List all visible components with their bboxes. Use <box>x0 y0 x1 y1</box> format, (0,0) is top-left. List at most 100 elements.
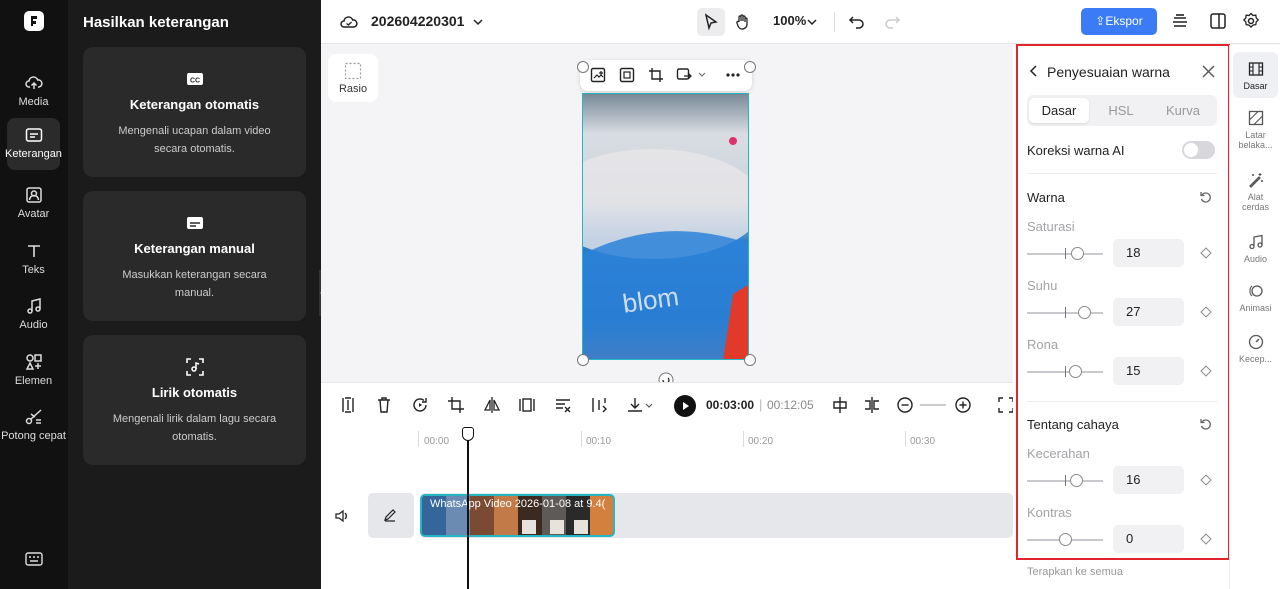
play-button[interactable] <box>674 395 696 417</box>
floating-toolbar <box>580 60 752 91</box>
tick-mark <box>581 431 582 447</box>
crop-icon[interactable] <box>648 67 664 83</box>
rail-item-quick-cut[interactable]: Potong cepat <box>1 400 66 458</box>
rail-item-elements[interactable]: Elemen <box>7 345 60 397</box>
volume-icon[interactable] <box>334 509 350 523</box>
trim-icon[interactable] <box>590 396 608 414</box>
playhead[interactable] <box>462 427 474 589</box>
layout-panel-icon[interactable] <box>1209 12 1227 30</box>
more-icon[interactable] <box>725 67 741 83</box>
current-time: 00:03:00 <box>706 398 755 412</box>
crop-clip-icon[interactable] <box>447 396 465 414</box>
cc-icon: CC <box>187 73 203 85</box>
hand-tool-button[interactable] <box>729 8 757 36</box>
rail-item-media[interactable]: Media <box>7 66 60 118</box>
total-time: 00:12:05 <box>767 398 814 412</box>
remove-background-icon[interactable] <box>554 396 572 414</box>
text-icon <box>28 245 40 257</box>
zoom-level[interactable]: 100% <box>773 13 806 28</box>
pencil-icon <box>384 509 396 522</box>
card-description: Masukkan keterangan secara manual. <box>122 269 267 299</box>
manual-captions-card[interactable]: Keterangan manual Masukkan keterangan se… <box>83 191 306 321</box>
hand-icon <box>736 14 748 30</box>
side-tab-smart-tools[interactable]: Alat cerdas <box>1233 172 1278 212</box>
auto-captions-card[interactable]: CC Keterangan otomatis Mengenali ucapan … <box>83 47 306 177</box>
download-chevron-icon[interactable] <box>644 401 654 411</box>
chevron-down-icon[interactable] <box>472 16 484 28</box>
undo-icon[interactable] <box>848 12 866 30</box>
rail-item-text[interactable]: Teks <box>7 234 60 286</box>
replace-chevron-icon[interactable] <box>698 71 706 79</box>
music-icon <box>27 298 41 314</box>
app-logo[interactable] <box>24 11 44 31</box>
rail-item-label: Potong cepat <box>1 430 66 442</box>
fit-icon[interactable] <box>619 67 635 83</box>
side-tab-basic[interactable]: Dasar <box>1233 52 1278 98</box>
video-frame-image: blom <box>583 94 748 359</box>
ratio-label: Rasio <box>338 83 368 95</box>
stack-icon[interactable] <box>1171 12 1189 30</box>
export-button[interactable]: ⇪Ekspor <box>1081 8 1157 35</box>
rail-item-label: Avatar <box>17 208 50 220</box>
side-tab-animation[interactable]: Animasi <box>1233 283 1278 313</box>
video-preview[interactable]: blom <box>582 93 749 360</box>
playhead-handle[interactable] <box>462 427 474 441</box>
top-bar: 202604220301 100% ⇪Ekspor <box>321 0 1280 44</box>
edit-track-button[interactable] <box>368 493 414 538</box>
download-icon[interactable] <box>626 396 644 414</box>
tick-mark <box>905 431 906 447</box>
rail-item-label: Media <box>18 96 49 108</box>
timeline-zoom-slider[interactable] <box>920 404 946 406</box>
flip-icon[interactable] <box>483 396 501 414</box>
background-icon <box>1248 110 1263 126</box>
cloud-upload-icon <box>25 76 43 89</box>
tick-mark <box>743 431 744 447</box>
replace-icon[interactable] <box>676 67 692 83</box>
left-rail: Media Keterangan Avatar Teks Audio Eleme… <box>0 0 68 589</box>
zoom-in-icon[interactable] <box>954 396 972 414</box>
captions-panel: Hasilkan keterangan CC Keterangan otomat… <box>68 0 321 589</box>
rail-item-label: Teks <box>22 264 45 276</box>
captions-icon <box>25 128 43 142</box>
tick-label: 00:00 <box>424 436 450 447</box>
timeline: 00:03:00 | 00:12:05 00:00 00:10 00:20 00… <box>321 382 1014 589</box>
redo-icon[interactable] <box>883 12 901 30</box>
keyboard-caption-icon <box>187 217 203 229</box>
rail-item-audio[interactable]: Audio <box>7 289 60 341</box>
apply-to-all-link[interactable]: Terapkan ke semua <box>1027 566 1123 578</box>
split-icon[interactable] <box>339 396 357 414</box>
zoom-out-icon[interactable] <box>896 396 914 414</box>
loop-icon[interactable] <box>411 396 429 414</box>
settings-icon[interactable] <box>1242 12 1260 30</box>
zoom-chevron-icon[interactable] <box>806 16 818 28</box>
tick-label: 00:30 <box>910 436 936 447</box>
divider <box>834 12 835 32</box>
ratio-button[interactable]: Rasio <box>328 54 378 102</box>
resize-handle[interactable] <box>577 61 589 73</box>
side-tab-audio[interactable]: Audio <box>1233 234 1278 264</box>
quick-cut-icon <box>25 409 42 425</box>
auto-lyrics-card[interactable]: Lirik otomatis Mengenali lirik dalam lag… <box>83 335 306 465</box>
time-separator: | <box>759 397 763 412</box>
side-tab-background[interactable]: Latar belaka... <box>1233 110 1278 150</box>
keyboard-icon[interactable] <box>25 551 43 567</box>
project-name[interactable]: 202604220301 <box>371 13 464 29</box>
video-clip[interactable]: WhatsApp Video 2026-01-08 at 9.4( <box>420 494 615 537</box>
resize-handle[interactable] <box>577 354 589 366</box>
rail-item-avatar[interactable]: Avatar <box>7 178 60 230</box>
side-tab-speed[interactable]: Kecep... <box>1233 334 1278 364</box>
add-media-icon[interactable] <box>590 67 606 83</box>
side-tab-label: Dasar <box>1243 81 1268 91</box>
delete-icon[interactable] <box>375 396 393 414</box>
card-title: Keterangan manual <box>134 241 255 256</box>
resize-handle[interactable] <box>744 61 756 73</box>
freeze-icon[interactable] <box>518 396 536 414</box>
snap-icon[interactable] <box>831 396 849 414</box>
clip-label: WhatsApp Video 2026-01-08 at 9.4( <box>430 498 606 510</box>
select-tool-button[interactable] <box>697 8 725 36</box>
rail-item-captions[interactable]: Keterangan <box>5 118 62 170</box>
avatar-icon <box>26 187 42 203</box>
lyrics-scan-icon <box>186 358 204 376</box>
resize-handle[interactable] <box>744 354 756 366</box>
split-track-icon[interactable] <box>863 396 881 414</box>
